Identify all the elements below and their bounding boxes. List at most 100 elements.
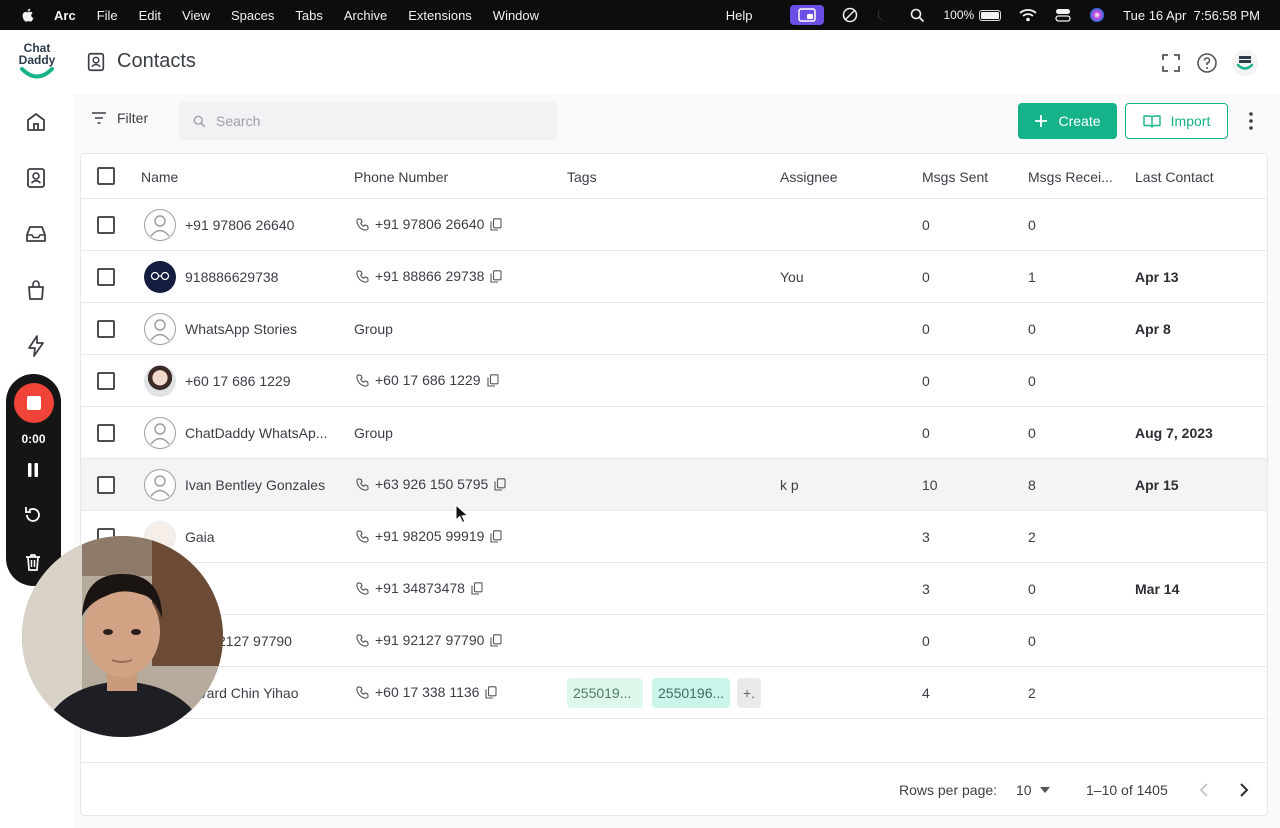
contact-name[interactable]: 2127 97790 <box>218 633 292 649</box>
col-msgs-sent[interactable]: Msgs Sent <box>922 169 988 185</box>
col-last-contact[interactable]: Last Contact <box>1135 169 1214 185</box>
wifi-icon[interactable] <box>1019 8 1037 22</box>
siri-icon[interactable] <box>1089 7 1105 23</box>
row-checkbox[interactable] <box>97 476 115 494</box>
contact-name[interactable]: rvard Chin Yihao <box>195 685 299 701</box>
phone-cell: +91 98205 99919 <box>356 528 502 544</box>
table-row[interactable]: Gaia +91 98205 99919 3 2 <box>81 511 1267 563</box>
recording-timer: 0:00 <box>21 432 46 446</box>
row-checkbox[interactable] <box>97 372 115 390</box>
tag-chip[interactable]: 2550196... <box>652 678 730 708</box>
contact-photo-avatar <box>144 261 176 293</box>
col-assignee[interactable]: Assignee <box>780 169 838 185</box>
filter-button[interactable]: Filter <box>91 110 148 126</box>
apple-icon[interactable] <box>20 7 36 23</box>
menu-window[interactable]: Window <box>493 8 539 23</box>
phone-number: +91 88866 29738 <box>375 268 485 284</box>
col-phone[interactable]: Phone Number <box>354 169 448 185</box>
search-input[interactable] <box>216 113 536 129</box>
book-icon <box>1142 115 1161 128</box>
assignee: k p <box>780 477 799 493</box>
screen-recorder-controls: 0:00 <box>6 374 61 586</box>
row-checkbox[interactable] <box>97 424 115 442</box>
contact-name[interactable]: 918886629738 <box>185 269 278 285</box>
chevron-left-icon[interactable] <box>1198 782 1210 798</box>
col-tags[interactable]: Tags <box>567 169 597 185</box>
more-tags-chip[interactable]: +. <box>737 678 761 708</box>
create-button[interactable]: Create <box>1018 103 1117 139</box>
battery-status[interactable]: 100% <box>943 8 1002 22</box>
copy-icon[interactable] <box>490 217 502 231</box>
row-checkbox[interactable] <box>97 216 115 234</box>
row-checkbox[interactable] <box>97 268 115 286</box>
msgs-sent: 0 <box>922 373 930 389</box>
menu-datetime[interactable]: Tue 16 Apr 7:56:58 PM <box>1123 8 1260 23</box>
help-icon[interactable] <box>1196 52 1218 74</box>
trash-icon[interactable] <box>23 552 43 572</box>
stop-recording-button[interactable] <box>14 383 54 423</box>
contact-name[interactable]: +60 17 686 1229 <box>185 373 291 389</box>
table-row[interactable]: WhatsApp Stories Group 0 0 Apr 8 <box>81 303 1267 355</box>
fullscreen-icon[interactable] <box>1160 52 1182 74</box>
table-row[interactable]: 918886629738 +91 88866 29738 You 0 1 Apr… <box>81 251 1267 303</box>
control-center-icon[interactable] <box>1055 7 1071 23</box>
copy-icon[interactable] <box>490 269 502 283</box>
chevron-right-icon[interactable] <box>1238 782 1250 798</box>
copy-icon[interactable] <box>494 477 506 491</box>
copy-icon[interactable] <box>471 581 483 595</box>
copy-icon[interactable] <box>490 529 502 543</box>
menu-file[interactable]: File <box>97 8 118 23</box>
col-name[interactable]: Name <box>141 169 178 185</box>
automation-bolt-icon[interactable] <box>24 334 48 358</box>
screen-record-status-icon[interactable] <box>790 5 825 25</box>
menu-archive[interactable]: Archive <box>344 8 387 23</box>
table-row[interactable]: +60 17 686 1229 +60 17 686 1229 0 0 <box>81 355 1267 407</box>
contact-name[interactable]: WhatsApp Stories <box>185 321 297 337</box>
copy-icon[interactable] <box>490 633 502 647</box>
contact-name[interactable]: Ivan Bentley Gonzales <box>185 477 325 493</box>
moon-icon[interactable] <box>876 7 892 23</box>
col-msgs-received[interactable]: Msgs Recei... <box>1028 169 1113 185</box>
home-icon[interactable] <box>24 110 48 134</box>
chatdaddy-logo[interactable]: Chat Daddy <box>12 42 62 80</box>
table-row[interactable]: +91 34873478 3 0 Mar 14 <box>81 563 1267 615</box>
contact-name[interactable]: +91 97806 26640 <box>185 217 294 233</box>
tag-chip[interactable]: 255019... <box>567 678 643 708</box>
webcam-bubble[interactable] <box>22 536 223 737</box>
table-row[interactable]: rvard Chin Yihao +60 17 338 1136 255019.… <box>81 667 1267 719</box>
row-checkbox[interactable] <box>97 320 115 338</box>
contacts-icon[interactable] <box>24 166 48 190</box>
copy-icon[interactable] <box>485 685 498 699</box>
copy-icon[interactable] <box>486 373 499 387</box>
restart-icon[interactable] <box>23 505 43 525</box>
table-row[interactable]: +91 97806 26640 +91 97806 26640 0 0 <box>81 199 1267 251</box>
last-contact: Mar 14 <box>1135 581 1180 597</box>
rows-per-page-select[interactable]: 10 <box>1016 782 1050 798</box>
pagination-range: 1–10 of 1405 <box>1086 782 1168 798</box>
account-avatar[interactable] <box>1232 50 1258 76</box>
menu-tabs[interactable]: Tabs <box>295 8 322 23</box>
menu-app-name[interactable]: Arc <box>54 8 76 23</box>
menu-spaces[interactable]: Spaces <box>231 8 274 23</box>
table-row[interactable]: Ivan Bentley Gonzales +63 926 150 5795 k… <box>81 459 1267 511</box>
spotlight-search-icon[interactable] <box>910 8 925 23</box>
menu-edit[interactable]: Edit <box>139 8 161 23</box>
inbox-icon[interactable] <box>24 222 48 246</box>
table-row[interactable]: ChatDaddy WhatsAp... Group 0 0 Aug 7, 20… <box>81 407 1267 459</box>
contact-name[interactable]: ChatDaddy WhatsAp... <box>185 425 327 441</box>
phone-cell: +91 34873478 <box>356 580 483 596</box>
search-box[interactable] <box>179 102 557 140</box>
menu-extensions[interactable]: Extensions <box>408 8 472 23</box>
battery-icon <box>979 9 1002 21</box>
more-options-icon[interactable] <box>1243 110 1259 132</box>
table-row[interactable]: 2127 97790 +91 92127 97790 0 0 <box>81 615 1267 667</box>
menu-help[interactable]: Help <box>726 8 753 23</box>
select-all-checkbox[interactable] <box>97 167 115 185</box>
menu-view[interactable]: View <box>182 8 210 23</box>
phone-cell: +91 97806 26640 <box>356 216 502 232</box>
import-button[interactable]: Import <box>1125 103 1228 139</box>
focus-icon[interactable] <box>842 7 858 23</box>
pause-icon[interactable] <box>23 460 43 480</box>
shopping-bag-icon[interactable] <box>24 278 48 302</box>
contact-name[interactable]: Gaia <box>185 529 215 545</box>
